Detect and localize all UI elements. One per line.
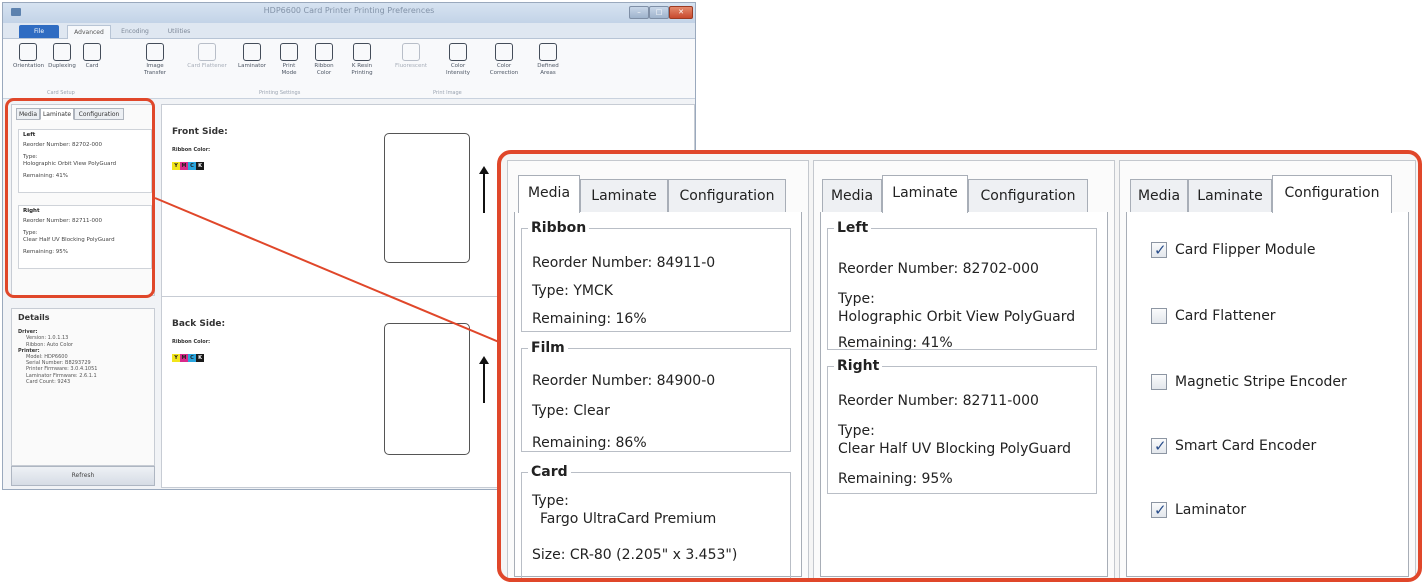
checkbox-checked-icon xyxy=(1151,240,1167,260)
right-laminate-group: Right Reorder Number: 82711-000 Type: Cl… xyxy=(827,358,1097,494)
tab-laminate[interactable]: Laminate xyxy=(580,179,668,212)
tab-media[interactable]: Media xyxy=(822,179,882,212)
ribbon-group: Ribbon Reorder Number: 84911-0 Type: YMC… xyxy=(521,220,791,332)
checkbox-unchecked-icon xyxy=(1151,308,1167,324)
tab-media[interactable]: Media xyxy=(518,175,580,213)
tab-configuration[interactable]: Configuration xyxy=(968,179,1088,212)
laminate-tab-body: Left Reorder Number: 82702-000 Type: Hol… xyxy=(820,212,1108,577)
media-tab-body: Ribbon Reorder Number: 84911-0 Type: YMC… xyxy=(514,212,802,578)
media-panel: Media Laminate Configuration Ribbon Reor… xyxy=(507,160,809,578)
checkbox-unchecked-icon xyxy=(1151,374,1167,390)
tab-laminate[interactable]: Laminate xyxy=(882,175,968,213)
film-group: Film Reorder Number: 84900-0 Type: Clear… xyxy=(521,340,791,452)
zoom-callout: Media Laminate Configuration Ribbon Reor… xyxy=(497,150,1422,582)
tab-laminate[interactable]: Laminate xyxy=(1188,179,1272,212)
connector-line xyxy=(154,197,531,356)
checkbox-checked-icon xyxy=(1151,436,1167,456)
tab-configuration[interactable]: Configuration xyxy=(1272,175,1392,213)
configuration-tab-body: Card Flipper Module Card Flattener Magne… xyxy=(1126,212,1409,577)
card-group: Card Type: Fargo UltraCard Premium Size:… xyxy=(521,464,791,578)
laminate-panel: Media Laminate Configuration Left Reorde… xyxy=(813,160,1115,578)
checkbox-checked-icon xyxy=(1151,500,1167,520)
left-laminate-group: Left Reorder Number: 82702-000 Type: Hol… xyxy=(827,220,1097,351)
configuration-panel: Media Laminate Configuration Card Flippe… xyxy=(1119,160,1416,578)
tab-media[interactable]: Media xyxy=(1130,179,1188,212)
tab-configuration[interactable]: Configuration xyxy=(668,179,786,212)
